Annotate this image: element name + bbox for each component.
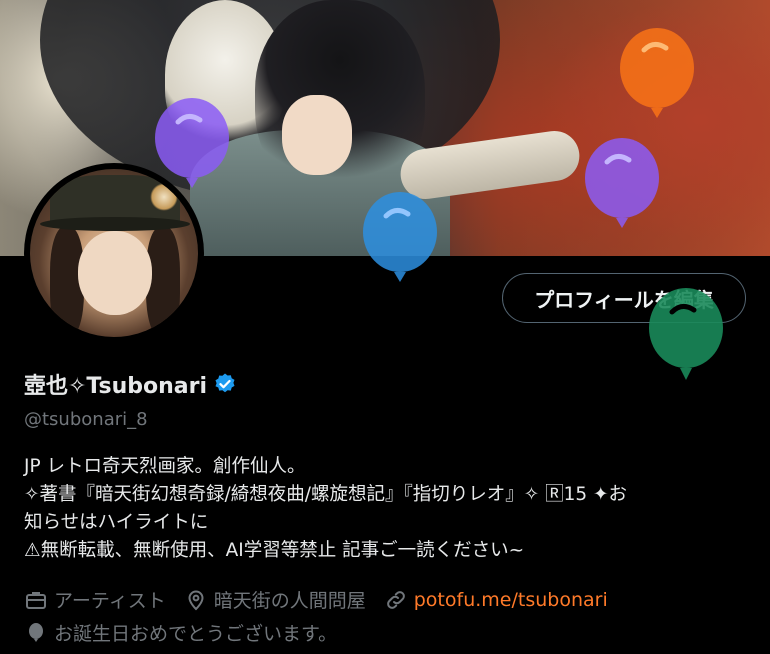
purple-balloon-icon: [155, 98, 229, 188]
avatar-cap-visor: [40, 217, 190, 231]
bio-line: ⚠無断転載、無断使用、AI学習等禁止 記事ご一読ください~: [24, 540, 525, 561]
profile-meta-row: アーティスト 暗天街の人間問屋 potofu.me/tsubonari: [24, 586, 626, 613]
display-name: 壺也✧Tsubonari: [24, 374, 208, 399]
banner-dark-haired-figure: [255, 0, 425, 200]
bio-line: 知らせはハイライトに: [24, 512, 209, 533]
avatar-face: [78, 231, 152, 315]
profile-birthday: お誕生日おめでとうございます。: [24, 619, 337, 646]
category-label: アーティスト: [54, 590, 166, 612]
location-pin-icon: [188, 590, 204, 610]
briefcase-icon: [26, 591, 46, 609]
birthday-text: お誕生日おめでとうございます。: [54, 623, 338, 645]
orange-balloon-icon: [620, 28, 694, 118]
balloon-icon: [29, 622, 43, 642]
blue-balloon-icon: [363, 192, 437, 282]
website-link[interactable]: potofu.me/tsubonari: [414, 589, 608, 611]
profile-birthday-row: お誕生日おめでとうございます。: [24, 619, 355, 646]
display-name-row: 壺也✧Tsubonari: [24, 368, 237, 400]
bio-line: ✧著書『暗天街幻想奇録/綺想夜曲/螺旋想記』『指切りレオ』✧ 🅁15 ✦お: [24, 484, 628, 505]
profile-website[interactable]: potofu.me/tsubonari: [384, 588, 608, 612]
profile-category: アーティスト: [24, 586, 166, 613]
profile-location: 暗天街の人間問屋: [184, 586, 366, 613]
user-handle: @tsubonari_8: [24, 409, 148, 430]
banner-face: [282, 95, 352, 175]
purple-balloon-icon: [585, 138, 659, 228]
green-balloon-icon: [649, 288, 723, 380]
link-icon: [386, 590, 405, 609]
location-label: 暗天街の人間問屋: [213, 590, 366, 612]
profile-bio: JP レトロ奇天烈画家。創作仙人。 ✧著書『暗天街幻想奇録/綺想夜曲/螺旋想記』…: [24, 453, 754, 565]
verified-badge-icon[interactable]: [213, 372, 237, 396]
bio-line: JP レトロ奇天烈画家。創作仙人。: [24, 456, 306, 477]
